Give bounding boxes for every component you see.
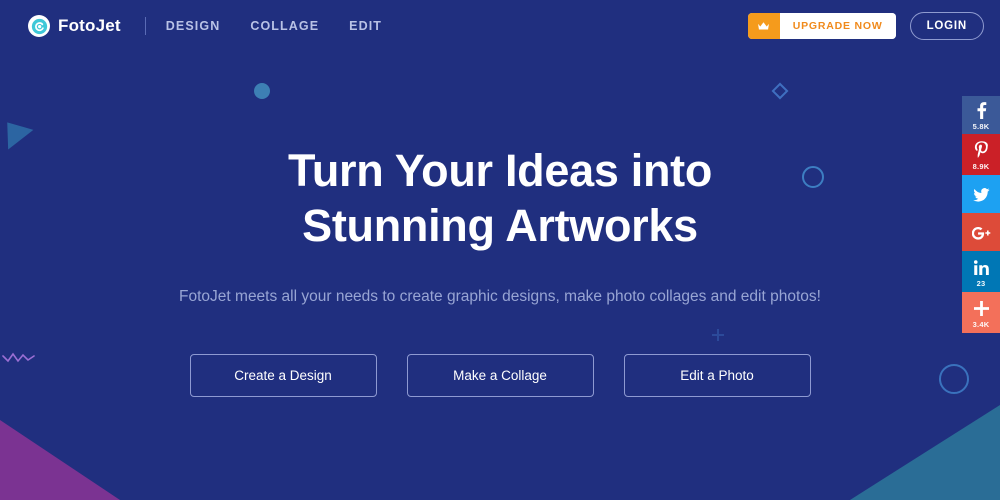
social-link-linkedin[interactable]: 23 bbox=[962, 251, 1000, 292]
nav-item-collage[interactable]: COLLAGE bbox=[250, 19, 319, 33]
pinterest-icon bbox=[974, 141, 989, 160]
brand-name: FotoJet bbox=[58, 16, 121, 35]
fotojet-spiral-icon bbox=[28, 15, 50, 37]
edit-a-photo-button[interactable]: Edit a Photo bbox=[623, 353, 811, 397]
social-count-pinterest: 8.9K bbox=[972, 161, 990, 171]
create-a-design-button[interactable]: Create a Design bbox=[189, 353, 377, 397]
facebook-icon bbox=[976, 101, 987, 120]
social-link-googleplus[interactable] bbox=[962, 213, 1000, 251]
social-count-share: 3.4K bbox=[972, 319, 990, 329]
nav-item-edit[interactable]: EDIT bbox=[349, 19, 382, 33]
corner-triangle-bottom-right bbox=[850, 405, 1000, 500]
linkedin-icon bbox=[973, 258, 989, 277]
make-a-collage-button[interactable]: Make a Collage bbox=[406, 353, 594, 397]
hero-subtitle: FotoJet meets all your needs to create g… bbox=[179, 287, 821, 305]
social-link-share[interactable]: 3.4K bbox=[962, 292, 1000, 333]
hero-cta-group: Create a Design Make a Collage Edit a Ph… bbox=[0, 353, 1000, 397]
upgrade-now-label: UPGRADE NOW bbox=[779, 13, 896, 39]
social-link-facebook[interactable]: 5.8K bbox=[962, 96, 1000, 134]
corner-triangle-bottom-left bbox=[0, 420, 120, 500]
hero-title-line-1: Turn Your Ideas into bbox=[287, 145, 713, 196]
plus-share-icon bbox=[973, 299, 989, 318]
main-navigation: DESIGN COLLAGE EDIT bbox=[166, 19, 382, 33]
google-plus-icon bbox=[971, 224, 991, 243]
site-header: FotoJet DESIGN COLLAGE EDIT UPGRADE NOW … bbox=[0, 0, 1000, 52]
upgrade-now-button[interactable]: UPGRADE NOW bbox=[747, 13, 896, 39]
page-title: Turn Your Ideas into Stunning Artworks bbox=[0, 144, 1000, 254]
hero-section: Turn Your Ideas into Stunning Artworks F… bbox=[0, 52, 1000, 397]
twitter-icon bbox=[972, 186, 990, 205]
brand-logo[interactable]: FotoJet bbox=[28, 15, 121, 37]
crown-icon bbox=[747, 13, 780, 39]
nav-divider bbox=[144, 17, 146, 35]
nav-item-design[interactable]: DESIGN bbox=[166, 19, 221, 33]
login-button[interactable]: LOGIN bbox=[909, 12, 984, 40]
social-share-rail: 5.8K 8.9K 23 3.4K bbox=[962, 96, 1000, 333]
social-count-linkedin: 23 bbox=[976, 278, 986, 288]
header-actions: UPGRADE NOW LOGIN bbox=[747, 12, 984, 40]
social-link-pinterest[interactable]: 8.9K bbox=[962, 134, 1000, 175]
hero-title-line-2: Stunning Artworks bbox=[302, 199, 698, 251]
social-count-facebook: 5.8K bbox=[972, 122, 990, 131]
social-link-twitter[interactable] bbox=[962, 175, 1000, 213]
